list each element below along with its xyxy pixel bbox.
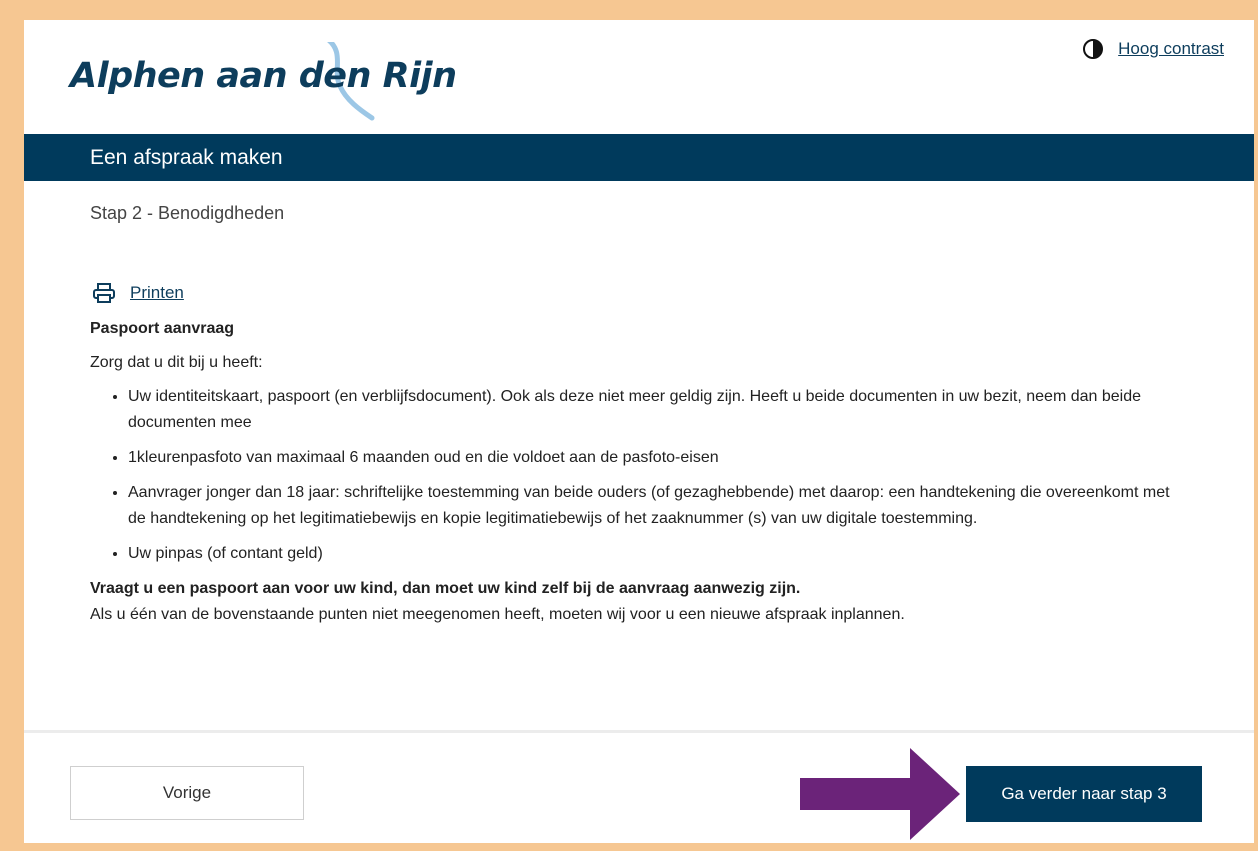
- list-item: Uw identiteitskaart, paspoort (en verbli…: [128, 384, 1185, 436]
- next-step-button[interactable]: Ga verder naar stap 3: [966, 766, 1202, 822]
- requirements-list: Uw identiteitskaart, paspoort (en verbli…: [90, 384, 1185, 567]
- previous-button[interactable]: Vorige: [70, 766, 304, 820]
- footer-bar: Vorige Ga verder naar stap 3: [24, 730, 1254, 843]
- contrast-link[interactable]: Hoog contrast: [1118, 39, 1224, 59]
- section-title: Paspoort aanvraag: [90, 320, 235, 337]
- list-item: 1kleurenpasfoto van maximaal 6 maanden o…: [128, 445, 1185, 471]
- step-label: Stap 2 - Benodigdheden: [90, 203, 285, 223]
- missing-items-note: Als u één van de bovenstaande punten nie…: [90, 606, 905, 623]
- list-item: Uw pinpas (of contant geld): [128, 541, 1185, 567]
- logo-text: Alphen aan den Rijn: [70, 56, 457, 96]
- print-link[interactable]: Printen: [130, 280, 184, 306]
- list-item: Aanvrager jonger dan 18 jaar: schrifteli…: [128, 480, 1185, 532]
- contrast-icon: [1083, 39, 1104, 59]
- contrast-toggle[interactable]: Hoog contrast: [1082, 38, 1224, 60]
- arrow-right-icon: [800, 748, 960, 840]
- main-content: Printen Paspoort aanvraag Zorg dat u dit…: [90, 280, 1185, 628]
- intro-text: Zorg dat u dit bij u heeft:: [90, 354, 263, 371]
- page-banner: Een afspraak maken: [24, 134, 1254, 181]
- header: Alphen aan den Rijn Hoog contrast: [24, 20, 1254, 134]
- page-frame: Alphen aan den Rijn Hoog contrast Een af…: [24, 20, 1254, 843]
- print-action[interactable]: Printen: [92, 280, 1185, 306]
- printer-icon: [93, 283, 115, 303]
- page-title: Een afspraak maken: [90, 145, 283, 169]
- child-note: Vraagt u een paspoort aan voor uw kind, …: [90, 580, 801, 597]
- logo[interactable]: Alphen aan den Rijn: [70, 42, 457, 122]
